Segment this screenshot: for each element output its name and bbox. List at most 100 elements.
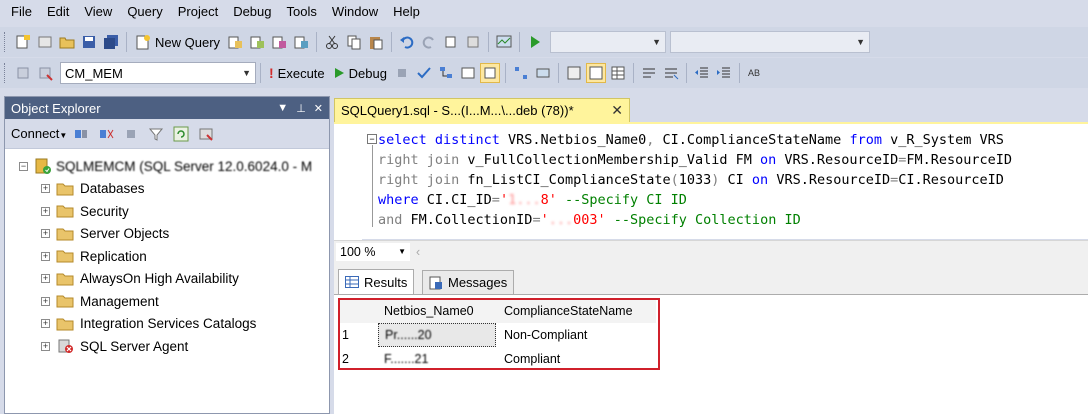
- pin-icon[interactable]: ⊥: [296, 102, 306, 115]
- collapse-icon[interactable]: −: [367, 134, 377, 144]
- intellisense-icon[interactable]: [479, 63, 500, 83]
- expand-icon[interactable]: +: [41, 341, 50, 351]
- tree-node-security[interactable]: + Security: [5, 200, 329, 223]
- solution-config-dropdown[interactable]: ▼: [550, 31, 667, 53]
- execute-button[interactable]: ! Execute: [265, 62, 329, 84]
- connect-dropdown[interactable]: Connect▼: [11, 126, 67, 141]
- tab-messages[interactable]: Messages: [422, 270, 515, 294]
- expand-icon[interactable]: +: [41, 274, 50, 284]
- cancel-execution-icon[interactable]: [392, 63, 412, 83]
- debug-button[interactable]: Debug: [329, 62, 391, 84]
- tree-node-alwayson[interactable]: + AlwaysOn High Availability: [5, 268, 329, 291]
- tree-node-replication[interactable]: + Replication: [5, 245, 329, 268]
- cut-icon[interactable]: [322, 32, 342, 52]
- server-node[interactable]: − SQLMEMCM (SQL Server 12.0.6024.0 - M: [5, 155, 329, 178]
- scroll-left-icon[interactable]: ‹: [416, 245, 420, 259]
- expand-icon[interactable]: +: [41, 229, 50, 239]
- new-project-icon[interactable]: [13, 32, 33, 52]
- expand-icon[interactable]: +: [41, 251, 50, 261]
- execute-label: Execute: [277, 65, 325, 81]
- tree-node-integration-services[interactable]: + Integration Services Catalogs: [5, 313, 329, 336]
- solution-platform-dropdown[interactable]: ▼: [670, 31, 871, 53]
- expand-icon[interactable]: +: [41, 319, 50, 329]
- undo-icon[interactable]: [397, 32, 417, 52]
- open-file-icon[interactable]: [57, 32, 77, 52]
- expand-icon[interactable]: +: [41, 296, 50, 306]
- expand-icon[interactable]: +: [41, 184, 50, 194]
- stop-icon[interactable]: [121, 124, 141, 144]
- new-query-button[interactable]: New Query: [131, 31, 224, 53]
- menu-bar: File Edit View Query Project Debug Tools…: [0, 0, 1088, 24]
- menu-view[interactable]: View: [77, 0, 120, 24]
- menu-help[interactable]: Help: [386, 0, 428, 24]
- save-all-icon[interactable]: [101, 32, 121, 52]
- close-icon[interactable]: ✕: [611, 102, 623, 119]
- sql-code[interactable]: select distinct VRS.Netbios_Name0, CI.Co…: [378, 130, 1012, 230]
- start-icon[interactable]: [525, 32, 545, 52]
- menu-project[interactable]: Project: [171, 0, 226, 24]
- menu-window[interactable]: Window: [325, 0, 386, 24]
- debug-label: Debug: [348, 65, 387, 81]
- redo-icon[interactable]: [419, 32, 439, 52]
- decrease-indent-icon[interactable]: [692, 63, 712, 83]
- uncomment-icon[interactable]: [661, 63, 681, 83]
- toolbar-grip[interactable]: [4, 32, 8, 52]
- tree-node-sql-server-agent[interactable]: + SQL Server Agent: [5, 335, 329, 358]
- tree-node-databases[interactable]: + Databases: [5, 178, 329, 201]
- chevron-down-icon: ▼: [242, 68, 251, 78]
- collapse-icon[interactable]: −: [19, 161, 28, 171]
- navigate-icon[interactable]: [441, 32, 461, 52]
- query-options-icon[interactable]: [458, 63, 478, 83]
- close-icon[interactable]: ✕: [314, 102, 323, 115]
- folder-icon: [56, 318, 74, 331]
- disconnect-icon[interactable]: [96, 124, 116, 144]
- connect-icon[interactable]: [13, 63, 33, 83]
- object-explorer-titlebar: Object Explorer ▼ ⊥ ✕: [5, 97, 329, 119]
- parse-icon[interactable]: [414, 63, 434, 83]
- paste-icon[interactable]: [366, 32, 386, 52]
- dmx-query-icon[interactable]: [269, 32, 289, 52]
- include-actual-plan-icon[interactable]: [511, 63, 531, 83]
- tree-node-management[interactable]: + Management: [5, 290, 329, 313]
- tree-node-server-objects[interactable]: + Server Objects: [5, 223, 329, 246]
- add-item-icon[interactable]: [35, 32, 55, 52]
- tab-results[interactable]: Results: [338, 269, 415, 294]
- refresh-icon[interactable]: [171, 124, 191, 144]
- menu-edit[interactable]: Edit: [40, 0, 77, 24]
- live-query-stats-icon[interactable]: [533, 63, 553, 83]
- tab-sqlquery1[interactable]: SQLQuery1.sql - S...(I...M...\...deb (78…: [334, 98, 630, 122]
- find-icon[interactable]: [463, 32, 483, 52]
- menu-file[interactable]: File: [4, 0, 40, 24]
- query-editor[interactable]: − select distinct VRS.Netbios_Name0, CI.…: [334, 122, 1088, 241]
- copy-icon[interactable]: [344, 32, 364, 52]
- toolbar-grip[interactable]: [4, 63, 8, 83]
- code-line-1: select distinct VRS.Netbios_Name0, CI.Co…: [378, 132, 1004, 148]
- increase-indent-icon[interactable]: [714, 63, 734, 83]
- mdx-query-icon[interactable]: [247, 32, 267, 52]
- code-line-3: right join fn_ListCI_ComplianceState(103…: [378, 172, 1004, 188]
- menu-query[interactable]: Query: [120, 0, 170, 24]
- specify-template-values-icon[interactable]: AB: [745, 63, 765, 83]
- xmla-query-icon[interactable]: [291, 32, 311, 52]
- activity-monitor-icon[interactable]: [494, 32, 514, 52]
- menu-debug[interactable]: Debug: [226, 0, 279, 24]
- estimated-plan-icon[interactable]: [436, 63, 456, 83]
- available-databases-dropdown[interactable]: CM_MEM ▼: [60, 62, 256, 84]
- connect-object-explorer-icon[interactable]: [71, 124, 91, 144]
- save-icon[interactable]: [79, 32, 99, 52]
- code-line-4: where CI.CI_ID='1...8' --Specify CI ID: [378, 192, 687, 208]
- window-position-icon[interactable]: ▼: [277, 102, 288, 115]
- menu-tools[interactable]: Tools: [280, 0, 325, 24]
- change-connection-icon[interactable]: [35, 63, 55, 83]
- comment-icon[interactable]: [639, 63, 659, 83]
- execute-icon: !: [269, 65, 274, 81]
- activity-monitor-icon[interactable]: [196, 124, 216, 144]
- code-line-2: right join v_FullCollectionMembership_Va…: [378, 152, 1013, 168]
- zoom-dropdown[interactable]: 100 % ▼: [336, 242, 410, 261]
- filter-icon[interactable]: [146, 124, 166, 144]
- database-engine-query-icon[interactable]: [225, 32, 245, 52]
- expand-icon[interactable]: +: [41, 206, 50, 216]
- results-to-text-icon[interactable]: [585, 63, 606, 83]
- client-statistics-icon[interactable]: [564, 63, 584, 83]
- results-to-grid-icon[interactable]: [608, 63, 628, 83]
